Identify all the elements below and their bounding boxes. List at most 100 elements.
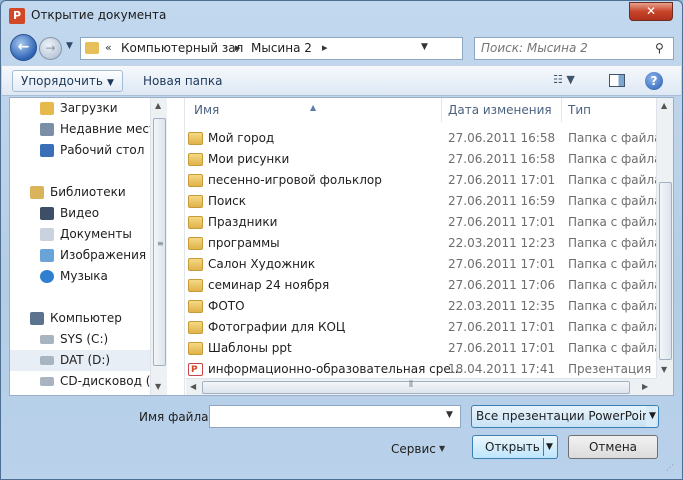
breadcrumb-separator-icon[interactable]: ▸	[322, 41, 328, 54]
column-header-label: Имя	[194, 103, 220, 117]
documents-icon	[40, 228, 54, 241]
scroll-up-icon[interactable]: ▲	[155, 101, 161, 110]
sidebar-item-computer[interactable]: Компьютер	[10, 308, 150, 329]
drive-icon	[40, 335, 54, 344]
file-list: ▲ Имя Дата изменения Тип Мой город 27.06…	[186, 98, 673, 395]
search-input[interactable]	[481, 41, 651, 55]
file-row[interactable]: информационно-образовательная сре... 18.…	[186, 359, 673, 381]
sidebar-item-drive-c[interactable]: SYS (C:)	[10, 329, 150, 350]
sidebar-item-recent-places[interactable]: Недавние места	[10, 119, 150, 140]
file-name: семинар 24 ноября	[208, 278, 330, 292]
computer-icon	[30, 312, 44, 325]
sidebar-item-video[interactable]: Видео	[10, 203, 150, 224]
search-box[interactable]: ⚲	[474, 37, 674, 60]
sidebar-item-label: Видео	[60, 206, 100, 220]
filename-input[interactable]	[214, 409, 434, 423]
organize-button[interactable]: Упорядочить ▼	[12, 70, 123, 92]
sidebar-item-cd-drive[interactable]: CD-дисковод (E:	[10, 371, 150, 392]
open-button-label: Открыть	[485, 440, 540, 454]
sidebar-item-drive-d[interactable]: DAT (D:)	[10, 350, 150, 371]
navigation-pane: Загрузки Недавние места Рабочий стол Биб…	[10, 98, 150, 395]
file-row[interactable]: семинар 24 ноября 27.06.2011 17:06 Папка…	[186, 275, 673, 296]
file-list-horizontal-scrollbar[interactable]: ◀ ⦀ ▶	[186, 378, 656, 395]
filename-label: Имя файла:	[139, 410, 213, 424]
column-header-name[interactable]: ▲ Имя	[186, 98, 442, 122]
file-row[interactable]: Мои рисунки 27.06.2011 16:58 Папка с фай…	[186, 149, 673, 170]
open-button[interactable]: Открыть ▼	[472, 435, 558, 459]
column-header-date[interactable]: Дата изменения	[442, 98, 562, 122]
folder-icon	[188, 258, 203, 271]
tools-menu-button[interactable]: Сервис	[391, 442, 436, 456]
scroll-left-icon[interactable]: ◀	[190, 382, 196, 391]
file-row[interactable]: Поиск 27.06.2011 16:59 Папка с файлами	[186, 191, 673, 212]
sidebar-scrollbar[interactable]: ▲ ≡ ▼	[150, 98, 167, 395]
search-icon[interactable]: ⚲	[655, 41, 664, 55]
preview-pane-icon[interactable]	[609, 74, 625, 87]
cd-drive-icon	[40, 377, 54, 386]
folder-icon	[188, 300, 203, 313]
file-date: 27.06.2011 16:58	[448, 131, 556, 145]
file-row[interactable]: Мой город 27.06.2011 16:58 Папка с файла…	[186, 128, 673, 149]
sidebar-item-desktop[interactable]: Рабочий стол	[10, 140, 150, 161]
recent-places-icon	[40, 123, 54, 136]
file-row[interactable]: ФОТО 22.03.2011 12:35 Папка с файлами	[186, 296, 673, 317]
sidebar-item-label: Музыка	[60, 269, 108, 283]
change-view-icon[interactable]: ☷ ▼	[553, 73, 589, 89]
scroll-up-icon[interactable]: ▲	[661, 101, 667, 110]
open-options-dropdown-icon[interactable]: ▼	[546, 436, 553, 458]
organize-label: Упорядочить	[21, 74, 103, 88]
scroll-down-icon[interactable]: ▼	[661, 365, 667, 374]
scroll-right-icon[interactable]: ▶	[642, 382, 648, 391]
breadcrumb-mysina-2[interactable]: Мысина 2	[251, 41, 312, 55]
cancel-button[interactable]: Отмена	[568, 435, 658, 459]
breadcrumb-overflow[interactable]: «	[105, 41, 112, 54]
sidebar-item-music[interactable]: Музыка	[10, 266, 150, 287]
close-button[interactable]: ✕	[629, 2, 673, 21]
back-button[interactable]: ←	[10, 34, 37, 61]
new-folder-button[interactable]: Новая папка	[143, 74, 222, 88]
sidebar-scroll-thumb[interactable]: ≡	[153, 118, 166, 366]
file-type-filter[interactable]: Все презентации PowerPoint ( ▼	[471, 405, 659, 428]
chevron-down-icon[interactable]: ▼	[646, 406, 656, 427]
open-document-dialog: P Открытие документа ✕ ← → ▼ « Компьютер…	[0, 0, 683, 480]
help-icon[interactable]: ?	[645, 72, 663, 90]
file-name: Поиск	[208, 194, 247, 208]
music-icon	[40, 270, 54, 283]
file-row[interactable]: Салон Художник 27.06.2011 17:01 Папка с …	[186, 254, 673, 275]
file-date: 27.06.2011 16:59	[448, 194, 556, 208]
folder-icon	[188, 321, 203, 334]
sidebar-item-pictures[interactable]: Изображения	[10, 245, 150, 266]
address-history-dropdown-icon[interactable]: ▼	[421, 42, 428, 52]
chevron-down-icon[interactable]: ▼	[439, 444, 445, 453]
file-row[interactable]: Праздники 27.06.2011 17:01 Папка с файла…	[186, 212, 673, 233]
chevron-down-icon[interactable]: ▼	[446, 410, 453, 420]
breadcrumb-computer-hall[interactable]: Компьютерный зал	[121, 41, 243, 55]
sidebar-item-label: Загрузки	[60, 101, 118, 115]
file-row[interactable]: песенно-игровой фольклор 27.06.2011 17:0…	[186, 170, 673, 191]
file-row[interactable]: Фотографии для КОЦ 27.06.2011 17:01 Папк…	[186, 317, 673, 338]
pane-splitter[interactable]	[167, 98, 185, 395]
sidebar-item-libraries[interactable]: Библиотеки	[10, 182, 150, 203]
address-bar[interactable]: « Компьютерный зал ▸ Мысина 2 ▸ ▼ ⇆	[80, 37, 538, 60]
sidebar-item-label: CD-дисковод (E:	[60, 374, 150, 388]
folder-icon	[188, 132, 203, 145]
breadcrumb-separator-icon[interactable]: ▸	[235, 41, 241, 54]
file-list-hscroll-thumb[interactable]: ⦀	[202, 380, 630, 394]
folder-icon	[188, 279, 203, 292]
recent-pages-dropdown-icon[interactable]: ▼	[66, 41, 73, 51]
forward-button[interactable]: →	[39, 37, 62, 60]
folder-icon	[188, 216, 203, 229]
file-row[interactable]: Шаблоны ppt 27.06.2011 17:01 Папка с фай…	[186, 338, 673, 359]
file-name: программы	[208, 236, 280, 250]
column-header-type[interactable]: Тип	[562, 98, 656, 122]
scroll-down-icon[interactable]: ▼	[155, 382, 161, 391]
sidebar-item-downloads[interactable]: Загрузки	[10, 98, 150, 119]
file-name: Шаблоны ppt	[208, 341, 292, 355]
file-list-vertical-scrollbar[interactable]: ▲ ▼	[656, 98, 673, 378]
file-row[interactable]: программы 22.03.2011 12:23 Папка с файла…	[186, 233, 673, 254]
title-bar[interactable]: P Открытие документа ✕	[1, 1, 682, 31]
file-list-scroll-thumb[interactable]	[659, 182, 672, 360]
resize-grip-icon[interactable]: ⋰	[666, 463, 674, 472]
filename-combobox[interactable]: ▼	[209, 405, 461, 428]
sidebar-item-documents[interactable]: Документы	[10, 224, 150, 245]
